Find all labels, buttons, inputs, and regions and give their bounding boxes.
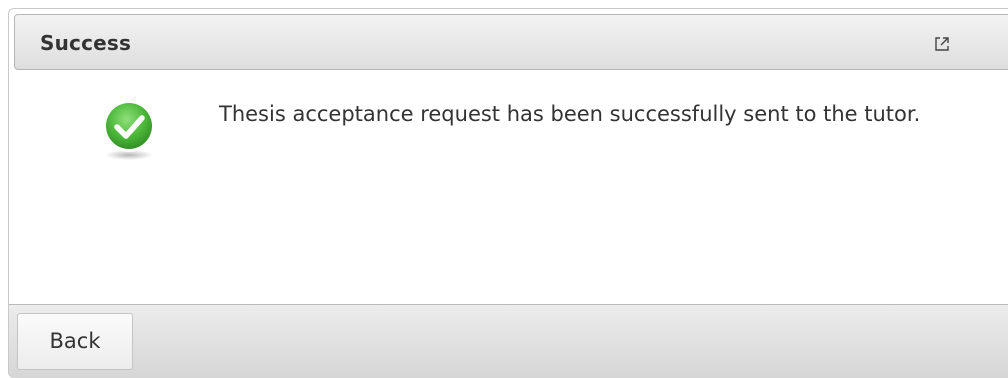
success-dialog: Success Thesis acceptance request has be… — [8, 8, 1008, 378]
dialog-titlebar: Success — [14, 14, 1008, 70]
popout-icon[interactable] — [934, 36, 950, 52]
checkmark-circle-icon — [101, 99, 157, 161]
dialog-message: Thesis acceptance request has been succe… — [219, 102, 921, 126]
dialog-footer: Back — [9, 304, 1008, 378]
dialog-title: Success — [40, 31, 132, 55]
back-button[interactable]: Back — [17, 313, 133, 370]
